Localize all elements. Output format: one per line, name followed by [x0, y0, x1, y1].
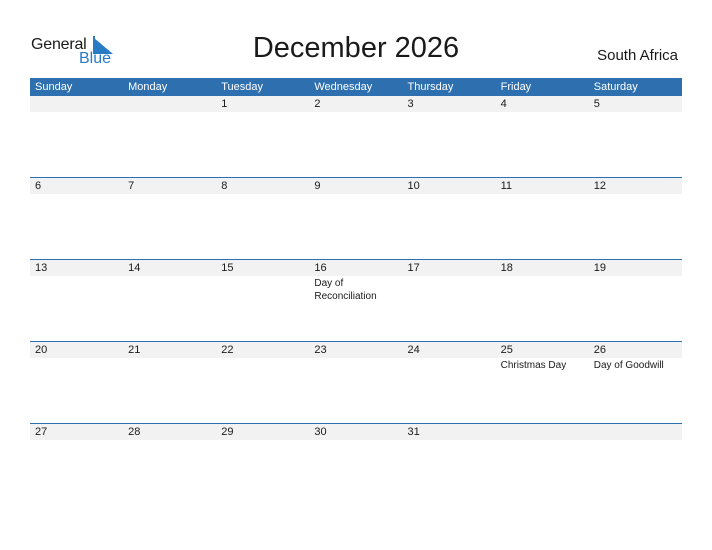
day-number: 1	[221, 98, 228, 110]
day-number: 25	[500, 344, 513, 356]
date-number-row: 1 2 3 4 5	[30, 96, 682, 112]
day-number: 11	[500, 180, 513, 192]
day-number: 15	[221, 262, 234, 274]
date-number-row: 13 14 15 16 17 18 19	[30, 260, 682, 276]
holiday-label	[496, 440, 589, 441]
holiday-label	[309, 358, 402, 372]
day-number: 4	[500, 98, 507, 110]
day-number: 26	[593, 344, 606, 356]
holiday-row: Day of Reconciliation	[30, 276, 682, 303]
holiday-label	[403, 194, 496, 195]
week-row: 20 21 22 23 24 25 26 Christmas Day Day of Goodwi…	[30, 341, 682, 423]
day-number: 19	[593, 262, 606, 274]
day-number: 18	[500, 262, 513, 274]
day-number: 31	[407, 426, 420, 438]
holiday-label: Day of Reconciliation	[314, 278, 377, 302]
day-number: 12	[593, 180, 606, 192]
holiday-label	[589, 440, 682, 441]
weekday-monday: Monday	[128, 81, 168, 93]
holiday-label	[123, 276, 216, 303]
holiday-label	[216, 276, 309, 303]
day-number	[589, 424, 682, 440]
weeks-container: 1 2 3 4 5 6 7 8 9 10 11 12 13 14 15 16 17 18 19 Day of Reco…	[30, 96, 682, 505]
day-number: 2	[314, 98, 321, 110]
holiday-label	[30, 440, 123, 441]
holiday-row	[30, 112, 682, 113]
day-number	[123, 96, 216, 112]
weekday-tuesday: Tuesday	[221, 81, 264, 93]
day-number: 5	[593, 98, 600, 110]
holiday-label	[309, 112, 402, 113]
week-row: 27 28 29 30 31	[30, 423, 682, 505]
holiday-label	[496, 194, 589, 195]
holiday-label	[589, 194, 682, 195]
holiday-label	[30, 194, 123, 195]
day-number: 17	[407, 262, 420, 274]
holiday-label	[403, 440, 496, 441]
day-number: 23	[314, 344, 327, 356]
holiday-label	[123, 194, 216, 195]
day-number: 28	[128, 426, 141, 438]
holiday-label	[486, 276, 579, 303]
holiday-label	[30, 276, 123, 303]
holiday-label	[123, 112, 216, 113]
week-row: 13 14 15 16 17 18 19 Day of Reconciliation	[30, 259, 682, 341]
holiday-row: Christmas Day Day of Goodwill	[30, 358, 682, 372]
holiday-label: Christmas Day	[500, 360, 567, 371]
weekday-thursday: Thursday	[407, 81, 454, 93]
day-number: 27	[35, 426, 48, 438]
weekday-header: Sunday Monday Tuesday Wednesday Thursday…	[30, 78, 682, 96]
holiday-label	[403, 358, 496, 372]
country-label: South Africa	[597, 47, 678, 64]
holiday-row	[30, 440, 682, 441]
week-row: 6 7 8 9 10 11 12	[30, 177, 682, 259]
day-number: 16	[314, 262, 327, 274]
day-number	[30, 96, 123, 112]
weekday-sunday: Sunday	[35, 81, 73, 93]
weekday-friday: Friday	[500, 81, 532, 93]
weekday-saturday: Saturday	[593, 81, 638, 93]
holiday-label	[123, 358, 216, 372]
date-number-row: 27 28 29 30 31	[30, 424, 682, 440]
holiday-label	[393, 276, 486, 303]
holiday-label	[403, 112, 496, 113]
holiday-label	[216, 194, 309, 195]
day-number: 8	[221, 180, 228, 192]
day-number: 9	[314, 180, 321, 192]
holiday-label	[30, 358, 123, 372]
holiday-label	[30, 112, 123, 113]
day-number: 10	[407, 180, 420, 192]
holiday-label	[496, 112, 589, 113]
holiday-label: Day of Goodwill	[593, 360, 664, 371]
holiday-row	[30, 194, 682, 195]
day-number: 3	[407, 98, 414, 110]
day-number: 22	[221, 344, 234, 356]
day-number: 13	[35, 262, 48, 274]
day-number: 29	[221, 426, 234, 438]
week-row: 1 2 3 4 5	[30, 96, 682, 177]
calendar-grid: Sunday Monday Tuesday Wednesday Thursday…	[30, 78, 682, 505]
day-number	[496, 424, 589, 440]
day-number: 20	[35, 344, 48, 356]
holiday-label	[123, 440, 216, 441]
day-number: 14	[128, 262, 141, 274]
date-number-row: 6 7 8 9 10 11 12	[30, 178, 682, 194]
holiday-label	[309, 194, 402, 195]
day-number: 30	[314, 426, 327, 438]
holiday-label	[216, 112, 309, 113]
holiday-label	[216, 358, 309, 372]
day-number: 6	[35, 180, 42, 192]
holiday-label	[216, 440, 309, 441]
day-number: 24	[407, 344, 420, 356]
holiday-label	[589, 112, 682, 113]
day-number: 7	[128, 180, 135, 192]
weekday-wednesday: Wednesday	[314, 81, 373, 93]
date-number-row: 20 21 22 23 24 25 26	[30, 342, 682, 358]
holiday-label	[579, 276, 672, 303]
holiday-label	[309, 440, 402, 441]
day-number: 21	[128, 344, 141, 356]
